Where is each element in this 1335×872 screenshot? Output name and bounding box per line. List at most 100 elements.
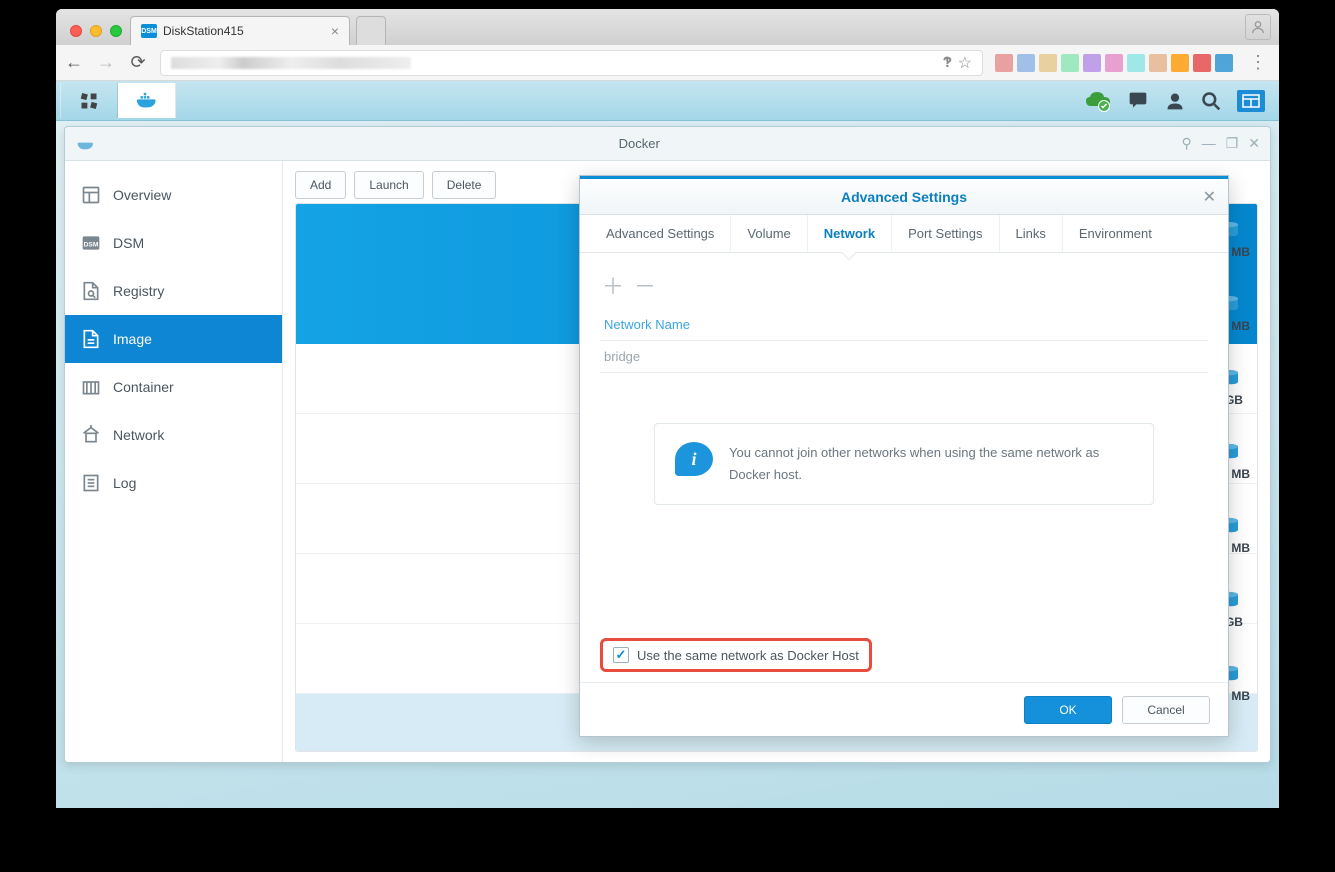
- tab-environment[interactable]: Environment: [1063, 215, 1168, 252]
- translate-icon[interactable]: 🙻: [943, 54, 952, 71]
- extension-icon[interactable]: [1105, 54, 1123, 72]
- browser-tab-active[interactable]: DSM DiskStation415 ×: [130, 16, 350, 45]
- sidebar-label: DSM: [113, 235, 144, 251]
- tab-network[interactable]: Network: [808, 215, 892, 252]
- notifications-icon[interactable]: [1127, 91, 1149, 111]
- add-button[interactable]: Add: [295, 171, 346, 199]
- window-traffic-lights: [64, 25, 130, 45]
- sidebar-label: Registry: [113, 283, 164, 299]
- window-close-button[interactable]: [70, 25, 82, 37]
- info-icon: i: [675, 442, 713, 476]
- docker-main-panel: Add Launch Delete: [283, 161, 1270, 762]
- modal-close-button[interactable]: ✕: [1203, 187, 1216, 207]
- same-network-checkbox-row[interactable]: Use the same network as Docker Host: [600, 638, 872, 672]
- extension-icon[interactable]: [1061, 54, 1079, 72]
- sidebar-item-dsm[interactable]: DSM DSM: [65, 219, 282, 267]
- container-icon: [81, 377, 101, 397]
- image-icon: [81, 329, 101, 349]
- extension-icon[interactable]: [1127, 54, 1145, 72]
- log-icon: [81, 473, 101, 493]
- modal-title: Advanced Settings: [841, 189, 967, 205]
- sidebar-item-log[interactable]: Log: [65, 459, 282, 507]
- docker-window-title: Docker: [97, 136, 1181, 151]
- browser-profile-button[interactable]: [1245, 14, 1271, 40]
- cancel-button[interactable]: Cancel: [1122, 696, 1210, 724]
- modal-tabs: Advanced Settings Volume Network Port Se…: [580, 215, 1228, 253]
- dsm-main-menu-button[interactable]: [60, 83, 118, 118]
- tab-links[interactable]: Links: [1000, 215, 1063, 252]
- window-minimize-button[interactable]: [90, 25, 102, 37]
- tab-port-settings[interactable]: Port Settings: [892, 215, 999, 252]
- network-icon: [81, 425, 101, 445]
- nav-forward-button[interactable]: →: [96, 52, 116, 73]
- bookmark-star-icon[interactable]: ☆: [958, 53, 972, 73]
- search-icon[interactable]: [1201, 91, 1221, 111]
- network-column-header[interactable]: Network Name: [600, 309, 1208, 341]
- new-tab-button[interactable]: [356, 16, 386, 45]
- browser-window: DSM DiskStation415 × ← → ⟳ 🙻 ☆: [56, 9, 1279, 808]
- sidebar-item-registry[interactable]: Registry: [65, 267, 282, 315]
- extension-icon[interactable]: [1171, 54, 1189, 72]
- extension-icon[interactable]: [1193, 54, 1211, 72]
- modal-content: ＋ － Network Name bridge i You cannot joi…: [580, 253, 1228, 682]
- sidebar-label: Overview: [113, 187, 171, 203]
- network-table: Network Name bridge: [600, 309, 1208, 373]
- dsm-desktop: Docker ⚲ — ❐ ✕ Overview DSM DSM: [56, 121, 1279, 808]
- dsm-toolbar: [56, 81, 1279, 121]
- tab-volume[interactable]: Volume: [731, 215, 807, 252]
- sidebar-label: Image: [113, 331, 152, 347]
- sidebar-item-overview[interactable]: Overview: [65, 171, 282, 219]
- tab-advanced-settings[interactable]: Advanced Settings: [590, 215, 731, 252]
- sidebar-item-network[interactable]: Network: [65, 411, 282, 459]
- browser-toolbar: ← → ⟳ 🙻 ☆ ⋮: [56, 45, 1279, 81]
- nav-back-button[interactable]: ←: [64, 52, 84, 73]
- overview-icon: [81, 185, 101, 205]
- delete-button[interactable]: Delete: [432, 171, 497, 199]
- remove-network-button[interactable]: －: [634, 269, 656, 301]
- extension-icon[interactable]: [1149, 54, 1167, 72]
- ok-button[interactable]: OK: [1024, 696, 1112, 724]
- extension-icon[interactable]: [1215, 54, 1233, 72]
- window-zoom-button[interactable]: [110, 25, 122, 37]
- launch-button[interactable]: Launch: [354, 171, 423, 199]
- browser-tabbar: DSM DiskStation415 ×: [56, 9, 1279, 45]
- sidebar-item-image[interactable]: Image: [65, 315, 282, 363]
- docker-whale-icon: [134, 91, 160, 111]
- docker-app-window: Docker ⚲ — ❐ ✕ Overview DSM DSM: [64, 126, 1271, 763]
- tab-close-button[interactable]: ×: [331, 23, 339, 39]
- nav-reload-button[interactable]: ⟳: [128, 52, 148, 73]
- window-maximize-button[interactable]: ❐: [1226, 135, 1239, 152]
- window-minimize-button[interactable]: —: [1202, 135, 1216, 152]
- extension-icon[interactable]: [995, 54, 1013, 72]
- advanced-settings-modal: Advanced Settings ✕ Advanced Settings Vo…: [579, 175, 1229, 737]
- dsm-icon: DSM: [81, 233, 101, 253]
- modal-header: Advanced Settings ✕: [580, 179, 1228, 215]
- user-icon[interactable]: [1165, 91, 1185, 111]
- dsm-docker-taskbar-button[interactable]: [118, 83, 176, 118]
- modal-footer: OK Cancel: [580, 682, 1228, 736]
- cloud-status-icon[interactable]: [1085, 90, 1111, 112]
- tab-favicon: DSM: [141, 24, 157, 38]
- docker-titlebar[interactable]: Docker ⚲ — ❐ ✕: [65, 127, 1270, 161]
- sidebar-label: Log: [113, 475, 136, 491]
- window-close-button[interactable]: ✕: [1248, 135, 1260, 152]
- extension-icon[interactable]: [1039, 54, 1057, 72]
- info-text: You cannot join other networks when usin…: [729, 442, 1133, 486]
- widget-panel-button[interactable]: [1237, 90, 1265, 112]
- docker-whale-icon: [75, 136, 97, 152]
- address-bar[interactable]: 🙻 ☆: [160, 50, 983, 76]
- browser-menu-button[interactable]: ⋮: [1245, 52, 1271, 73]
- docker-sidebar: Overview DSM DSM Registry Image: [65, 161, 283, 762]
- url-redacted: [171, 57, 411, 69]
- sidebar-item-container[interactable]: Container: [65, 363, 282, 411]
- same-network-checkbox[interactable]: [613, 647, 629, 663]
- network-row[interactable]: bridge: [600, 341, 1208, 373]
- registry-icon: [81, 281, 101, 301]
- window-pin-button[interactable]: ⚲: [1181, 135, 1191, 152]
- sidebar-label: Network: [113, 427, 164, 443]
- extension-icon[interactable]: [1017, 54, 1035, 72]
- add-network-button[interactable]: ＋: [602, 269, 624, 301]
- extension-icon[interactable]: [1083, 54, 1101, 72]
- sidebar-label: Container: [113, 379, 174, 395]
- svg-text:DSM: DSM: [84, 241, 99, 248]
